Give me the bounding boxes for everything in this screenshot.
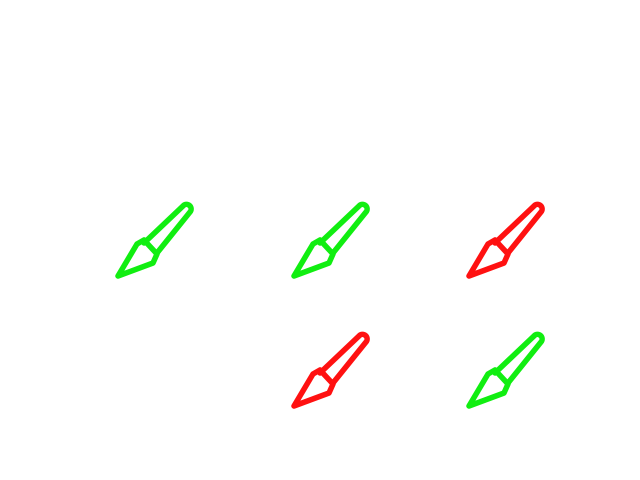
brush-icon[interactable] [111, 199, 195, 283]
brush-icon[interactable] [287, 199, 371, 283]
brush-icon[interactable] [462, 329, 546, 413]
brush-icon[interactable] [287, 329, 371, 413]
brush-icon[interactable] [462, 199, 546, 283]
